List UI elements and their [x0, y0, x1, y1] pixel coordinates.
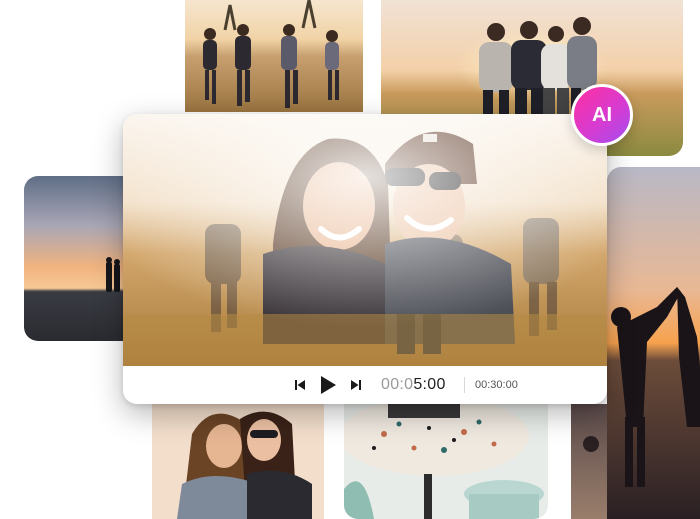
ai-badge-label: AI: [592, 103, 612, 126]
ai-badge: AI: [571, 84, 633, 146]
photo-friends-running-desert: [185, 0, 363, 112]
current-time-leading: 00:0: [381, 376, 414, 393]
time-divider: [464, 377, 465, 393]
photo-beach-edge: [571, 404, 607, 519]
skip-forward-icon: [351, 380, 361, 390]
current-time-value: 5:00: [413, 376, 446, 393]
skip-forward-button[interactable]: [347, 366, 365, 404]
video-preview[interactable]: [123, 114, 607, 366]
play-icon: [321, 376, 336, 394]
total-duration: 00:30:00: [475, 379, 518, 391]
current-time: 00:05:00: [381, 366, 446, 404]
skip-back-icon: [295, 380, 305, 390]
play-button[interactable]: [316, 366, 340, 404]
video-player[interactable]: 00:05:00 00:30:00: [123, 114, 607, 404]
photo-two-women-hugging: [152, 404, 324, 519]
playback-controls: 00:05:00 00:30:00: [123, 366, 607, 404]
photo-terrazzo-table: [344, 404, 548, 519]
skip-back-button[interactable]: [291, 366, 309, 404]
photo-highfive-sunset-beach: [607, 167, 700, 519]
photo-beach-sunset-couple: [24, 176, 124, 341]
